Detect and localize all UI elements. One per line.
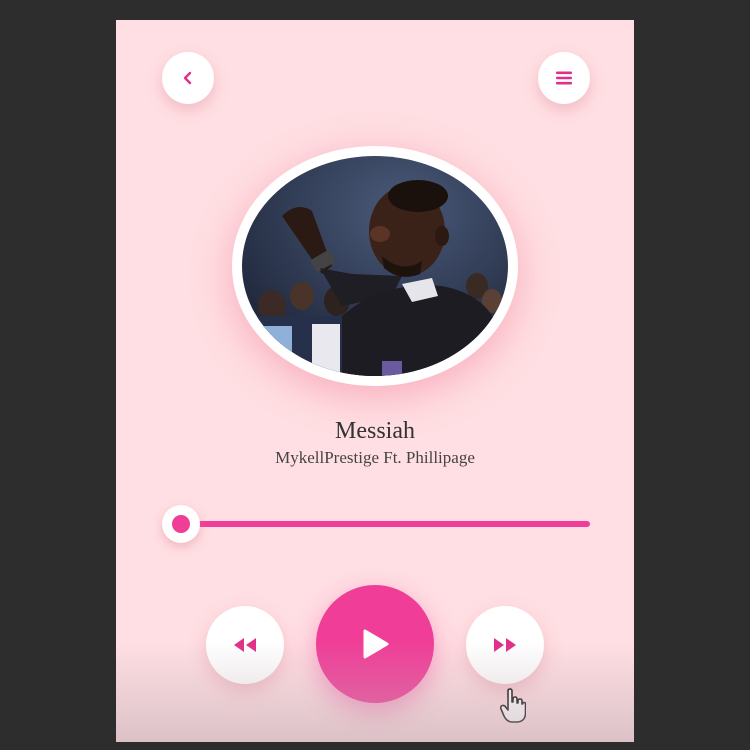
- back-button[interactable]: [162, 52, 214, 104]
- fast-forward-button[interactable]: [466, 606, 544, 684]
- menu-button[interactable]: [538, 52, 590, 104]
- menu-icon: [556, 71, 572, 85]
- rewind-icon: [234, 638, 256, 652]
- hand-pointer-icon: [500, 688, 526, 723]
- album-art: [242, 156, 508, 376]
- play-icon: [363, 629, 389, 659]
- progress-thumb[interactable]: [162, 505, 200, 543]
- chevron-left-icon: [183, 71, 192, 85]
- progress-track[interactable]: [180, 521, 590, 527]
- play-button[interactable]: [316, 585, 434, 703]
- album-art-frame: [232, 146, 518, 386]
- progress-thumb-dot: [172, 515, 190, 533]
- song-artist: MykellPrestige Ft. Phillipage: [275, 448, 475, 467]
- fast-forward-icon: [494, 638, 516, 652]
- song-title: Messiah: [335, 418, 415, 444]
- music-player-card: Messiah MykellPrestige Ft. Phillipage: [116, 20, 634, 742]
- rewind-button[interactable]: [206, 606, 284, 684]
